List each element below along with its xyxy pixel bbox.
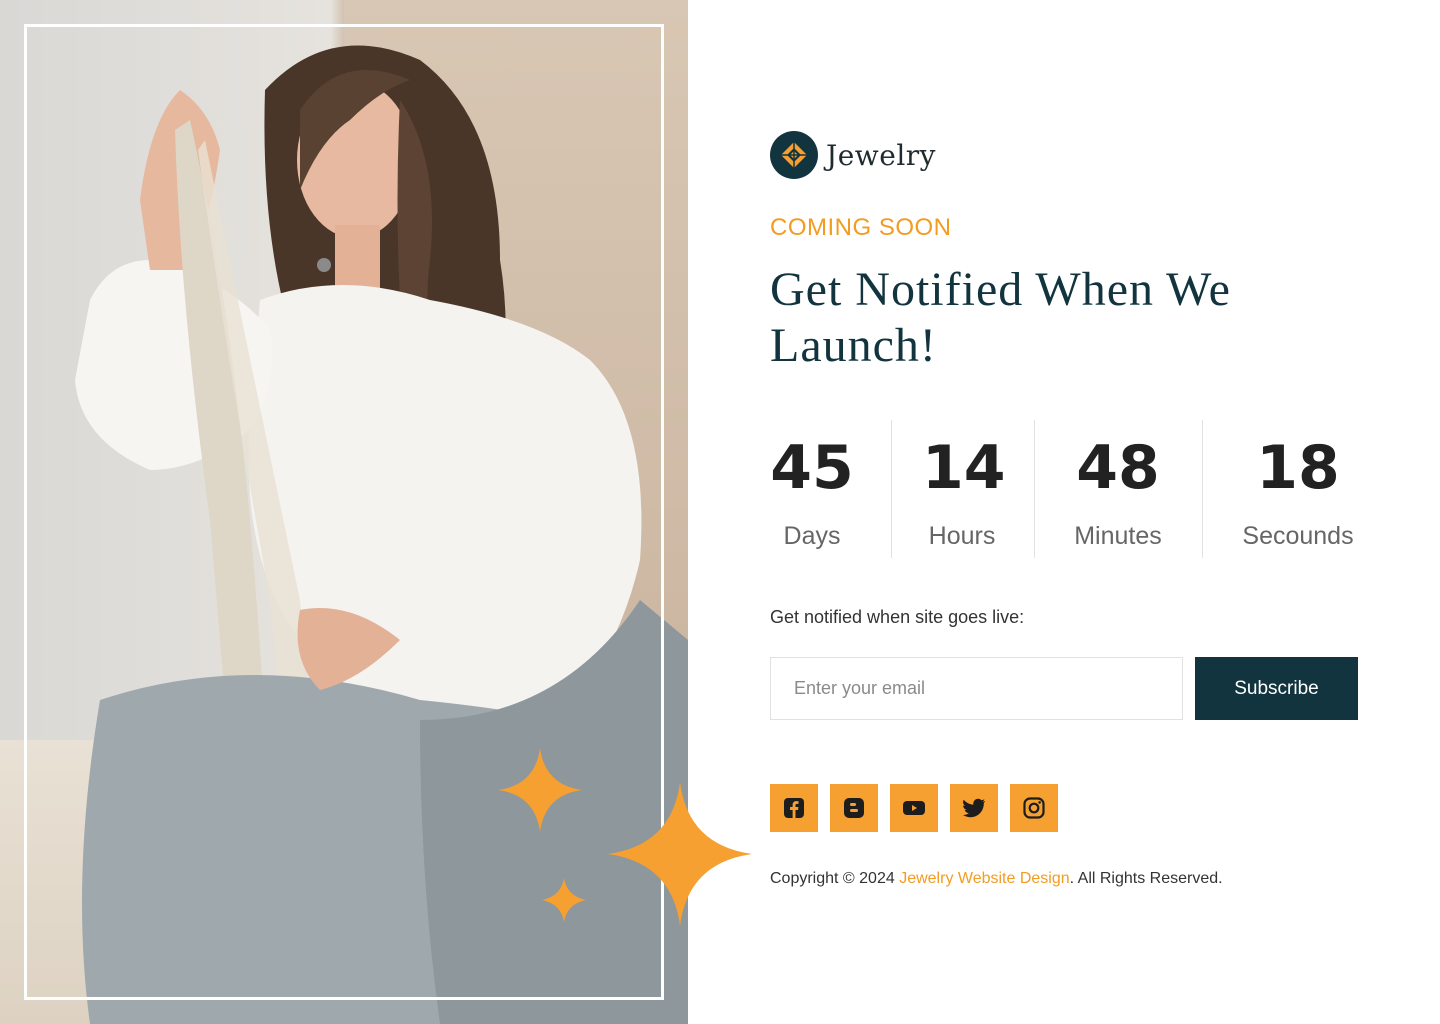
countdown-label: Secounds — [1242, 522, 1354, 550]
countdown-label: Minutes — [1074, 522, 1162, 550]
brand-name: Jewelry — [826, 138, 936, 172]
countdown-value: 14 — [922, 433, 1006, 503]
countdown-value: 48 — [1076, 433, 1160, 503]
social-links — [770, 784, 1058, 832]
brand-logo[interactable]: Jewelry — [770, 131, 936, 179]
email-field[interactable] — [770, 657, 1183, 720]
facebook-icon[interactable] — [770, 784, 818, 832]
countdown-timer: 45 Days 14 Hours 48 Minutes 18 Secounds — [770, 420, 1370, 558]
notify-label: Get notified when site goes live: — [770, 607, 1025, 627]
countdown-divider — [891, 420, 892, 558]
coming-soon-label: COMING SOON — [770, 214, 952, 241]
sparkle-decoration-icon — [498, 748, 752, 926]
youtube-icon[interactable] — [890, 784, 938, 832]
countdown-value: 45 — [770, 433, 854, 503]
countdown-minutes: 48 Minutes — [1066, 420, 1170, 558]
countdown-label: Days — [783, 522, 841, 550]
countdown-label: Hours — [928, 522, 996, 550]
page-title: Get Notified When We Launch! — [770, 263, 1231, 372]
countdown-hours: 14 Hours — [922, 420, 1006, 558]
coming-soon-panel: Jewelry COMING SOON Get Notified When We… — [770, 0, 1390, 1024]
copyright-link[interactable]: Jewelry Website Design — [899, 870, 1069, 887]
countdown-value: 18 — [1256, 433, 1340, 503]
diamond-logo-icon — [770, 131, 818, 179]
twitter-icon[interactable] — [950, 784, 998, 832]
countdown-divider — [1034, 420, 1035, 558]
countdown-divider — [1202, 420, 1203, 558]
copyright-text: Copyright © 2024 Jewelry Website Design.… — [770, 870, 1223, 888]
countdown-seconds: 18 Secounds — [1236, 420, 1360, 558]
blogger-icon[interactable] — [830, 784, 878, 832]
subscribe-button[interactable]: Subscribe — [1195, 657, 1358, 720]
copyright-suffix: . All Rights Reserved. — [1069, 870, 1223, 887]
copyright-prefix: Copyright © 2024 — [770, 870, 900, 887]
instagram-icon[interactable] — [1010, 784, 1058, 832]
countdown-days: 45 Days — [770, 420, 854, 558]
